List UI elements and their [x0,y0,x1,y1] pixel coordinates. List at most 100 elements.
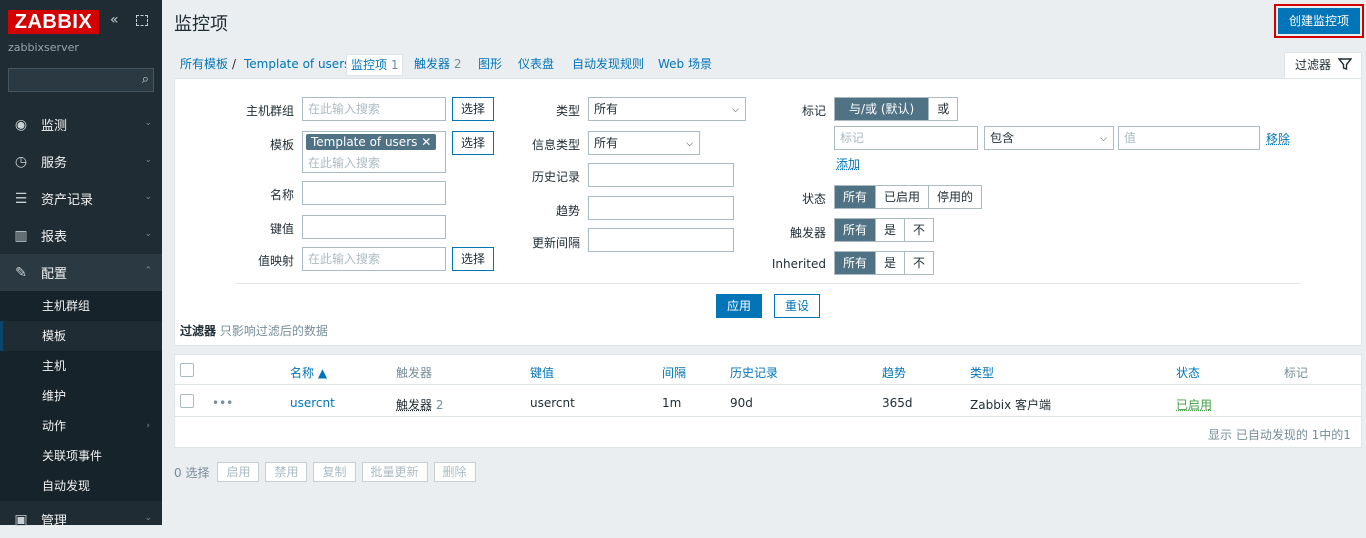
zabbix-logo[interactable]: ZABBIX [8,10,99,34]
mass-update-button[interactable]: 批量更新 [361,462,428,482]
menu-label: 管理 [41,514,68,529]
mass-enable-button[interactable]: 启用 [217,462,260,482]
nav-items-label: 监控项 [351,58,388,72]
mass-copy-button[interactable]: 复制 [313,462,356,482]
host-group-select-button[interactable]: 选择 [452,97,494,121]
triggers-no-option[interactable]: 不 [905,219,934,241]
col-key-header[interactable]: 键值 [530,364,554,381]
reset-button[interactable]: 重设 [774,294,820,318]
valuemap-input[interactable]: 在此输入搜索 [302,247,446,271]
state-segmented: 所有 已启用 停用的 [834,185,983,209]
tag-operator-select[interactable]: 包含 ⌵ [984,126,1114,150]
wrench-icon: ✎ [15,264,27,281]
history-input[interactable] [588,163,734,187]
select-all-checkbox[interactable] [180,363,194,377]
item-trends: 365d [882,396,913,410]
valuemap-select-button[interactable]: 选择 [452,247,494,271]
tag-add-link[interactable]: 添加 [836,155,860,172]
tags-or-option[interactable]: 或 [929,98,958,120]
menu-item-services[interactable]: ◷ 服务 ⌄ [0,143,162,180]
kiosk-mode-icon[interactable] [136,15,148,26]
triggers-yes-option[interactable]: 是 [876,219,906,241]
chip-remove-icon[interactable]: ✕ [421,135,431,149]
tag-operator-value: 包含 [990,131,1015,145]
state-all-option[interactable]: 所有 [835,186,877,208]
triggers-all-option[interactable]: 所有 [835,219,877,241]
search-icon[interactable]: ⌕ [142,72,149,87]
nav-all-templates[interactable]: 所有模板 [180,54,228,76]
menu-item-administration[interactable]: ▣ 管理 ⌄ [0,501,162,538]
col-status-header[interactable]: 状态 [1176,364,1200,381]
col-interval-header[interactable]: 间隔 [662,364,686,381]
item-triggers[interactable]: 触发器 2 [396,396,443,413]
nav-triggers-count: 2 [453,57,462,71]
host-group-input[interactable]: 在此输入搜索 [302,97,446,121]
submenu-discovery[interactable]: 自动发现 [0,471,162,501]
create-item-button[interactable]: 创建监控项 [1274,4,1364,38]
row-actions-menu[interactable]: ••• [212,396,233,410]
col-history-header[interactable]: 历史记录 [730,364,778,381]
template-search-placeholder: 在此输入搜索 [308,156,381,170]
triggers-filter-label: 触发器 [789,226,826,240]
menu-item-monitoring[interactable]: ◉ 监测 ⌄ [0,106,162,143]
collapse-sidebar-icon[interactable]: « [110,12,119,28]
menu-label: 监测 [41,119,68,134]
submenu-templates[interactable]: 模板 [0,321,162,351]
nav-graphs[interactable]: 图形 [478,54,502,76]
name-input[interactable] [302,181,446,205]
col-type-header[interactable]: 类型 [970,364,994,381]
inherited-no-option[interactable]: 不 [905,252,934,274]
col-trends-header[interactable]: 趋势 [882,364,906,381]
item-status-toggle[interactable]: 已启用 [1176,396,1212,413]
nav-dashboards[interactable]: 仪表盘 [518,54,554,76]
menu-label: 报表 [41,230,68,245]
table-stats: 显示 已自动发现的 1中的1 [1208,428,1351,442]
submenu-actions[interactable]: 动作 › [0,411,162,441]
inherited-yes-option[interactable]: 是 [876,252,906,274]
submenu-hosts[interactable]: 主机 [0,351,162,381]
info-type-label: 信息类型 [531,138,580,152]
menu-item-inventory[interactable]: ☰ 资产记录 ⌄ [0,180,162,217]
tags-and-or-option[interactable]: 与/或 (默认) [835,98,930,120]
trends-input[interactable] [588,196,734,220]
row-divider [174,416,1362,417]
type-select[interactable]: 所有 ⌵ [588,97,746,121]
sidebar-search-input[interactable]: ⌕ [8,68,154,92]
nav-discovery-rules[interactable]: 自动发现规则 [572,54,644,76]
inherited-all-option[interactable]: 所有 [835,252,877,274]
state-disabled-option[interactable]: 停用的 [929,186,982,208]
nav-web-scenarios[interactable]: Web 场景 [658,54,712,76]
chevron-up-icon: ⌃ [144,266,152,276]
state-enabled-option[interactable]: 已启用 [876,186,930,208]
key-input[interactable] [302,215,446,239]
nav-items[interactable]: 监控项 1 [346,54,404,76]
clock-icon: ◷ [14,153,28,170]
template-select-button[interactable]: 选择 [452,131,494,155]
mass-disable-button[interactable]: 禁用 [265,462,308,482]
menu-item-reports[interactable]: ▥ 报表 ⌄ [0,217,162,254]
info-type-select[interactable]: 所有 ⌵ [588,131,700,155]
filter-note-text: 只影响过滤后的数据 [219,324,328,338]
submenu-event-correlation[interactable]: 关联项事件 [0,441,162,471]
nav-triggers[interactable]: 触发器 2 [414,54,461,76]
item-name-link[interactable]: usercnt [290,396,335,410]
item-key: usercnt [530,396,575,410]
filter-funnel-icon[interactable] [1338,57,1352,71]
mass-delete-button[interactable]: 删除 [433,462,476,482]
item-triggers-link[interactable]: 触发器 [396,398,432,412]
apply-button[interactable]: 应用 [716,294,762,318]
col-name-header[interactable]: 名称 ▲ [290,364,327,381]
submenu-host-groups[interactable]: 主机群组 [0,291,162,321]
menu-item-configuration[interactable]: ✎ 配置 ⌃ [0,254,162,291]
interval-input[interactable] [588,228,734,252]
info-type-value: 所有 [594,136,619,150]
menu-label: 配置 [41,267,68,282]
tag-value-input[interactable]: 值 [1118,126,1260,150]
tag-remove-link[interactable]: 移除 [1266,130,1290,147]
main-menu: ◉ 监测 ⌄ ◷ 服务 ⌄ ☰ 资产记录 ⌄ ▥ 报表 ⌄ ✎ 配置 ⌃ 主机群… [0,106,162,538]
tag-name-input[interactable]: 标记 [834,126,978,150]
row-checkbox[interactable] [180,394,194,408]
nav-template[interactable]: Template of users [244,54,350,76]
chevron-down-icon: ⌵ [732,105,739,115]
submenu-maintenance[interactable]: 维护 [0,381,162,411]
